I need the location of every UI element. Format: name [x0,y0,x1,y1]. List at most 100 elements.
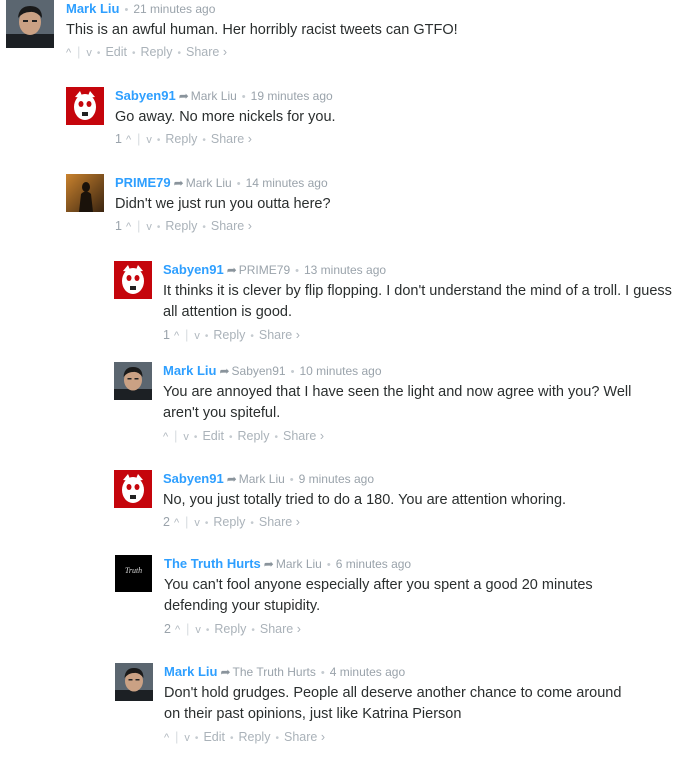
comment-author[interactable]: PRIME79 [115,175,171,190]
comment-actions: 1 ^ | v • Reply • Share › [115,132,252,146]
comment-timestamp[interactable]: 14 minutes ago [246,176,328,190]
downvote-icon[interactable]: v [146,221,152,233]
person-avatar[interactable] [114,362,152,400]
parent-author[interactable]: Mark Liu [276,557,322,571]
truth-avatar[interactable]: Truth [115,555,152,592]
comment-timestamp[interactable]: 19 minutes ago [251,89,333,103]
comment-actions: 1 ^ | v • Reply • Share › [163,328,300,342]
share-link[interactable]: Share › [211,219,252,233]
comment-text: You can't fool anyone especially after y… [164,577,593,614]
reply-link[interactable]: Reply [239,730,271,744]
vote-count: 1 [115,132,122,146]
comment-timestamp[interactable]: 13 minutes ago [304,263,386,277]
comment-author[interactable]: Mark Liu [164,664,217,679]
parent-author[interactable]: PRIME79 [239,263,290,277]
share-link[interactable]: Share › [260,622,301,636]
reply-link[interactable]: Reply [213,515,245,529]
reply-link[interactable]: Reply [165,219,197,233]
separator-dot: • [326,559,331,571]
share-link[interactable]: Share › [283,429,324,443]
badger-avatar[interactable] [66,87,104,125]
share-link[interactable]: Share › [211,132,252,146]
comment-actions: 2 ^ | v • Reply • Share › [164,622,301,636]
reply-arrow-icon: ➦ [226,263,237,277]
comment-timestamp[interactable]: 10 minutes ago [299,364,381,378]
comment: Sabyen91 ➦ Mark Liu • 19 minutes ago Go away… [66,87,676,153]
separator-dot: • [236,178,241,190]
downvote-icon[interactable]: v [194,517,200,529]
comment-text: Don't hold grudges. People all deserve a… [164,685,622,722]
comment-author[interactable]: Mark Liu [66,1,119,16]
reply-arrow-icon: ➦ [173,176,184,190]
downvote-icon[interactable]: v [194,330,200,342]
dark-figure-avatar[interactable] [66,174,104,212]
upvote-icon[interactable]: ^ [174,330,179,342]
comment-timestamp[interactable]: 21 minutes ago [133,2,215,16]
reply-link[interactable]: Reply [165,132,197,146]
downvote-icon[interactable]: v [195,624,201,636]
comment-text: This is an awful human. Her horribly rac… [66,22,458,38]
vote-count: 1 [163,328,170,342]
reply-arrow-icon: ➦ [226,472,237,486]
share-link[interactable]: Share › [259,328,300,342]
parent-author[interactable]: The Truth Hurts [233,665,316,679]
person-avatar[interactable] [6,0,54,48]
separator-dot: • [290,366,295,378]
comment-author[interactable]: The Truth Hurts [164,556,261,571]
edit-link[interactable]: Edit [203,730,225,744]
comment-text: Go away. No more nickels for you. [115,109,336,125]
comment-text: Didn't we just run you outta here? [115,196,331,212]
comment-text: It thinks it is clever by flip flopping.… [163,283,672,320]
reply-link[interactable]: Reply [214,622,246,636]
upvote-icon[interactable]: ^ [66,47,71,59]
truth-avatar-label: Truth [124,566,143,575]
upvote-icon[interactable]: ^ [164,732,169,744]
separator-dot: • [320,667,325,679]
comment: PRIME79 ➦ Mark Liu • 14 minutes ago Didn't w… [66,174,676,240]
downvote-icon[interactable]: v [184,732,190,744]
share-link[interactable]: Share › [186,45,227,59]
separator-dot: • [289,474,294,486]
comment-actions: ^ | v • Edit • Reply • Share › [66,45,227,59]
downvote-icon[interactable]: v [86,47,92,59]
upvote-icon[interactable]: ^ [126,134,131,146]
comment-timestamp[interactable]: 4 minutes ago [330,665,405,679]
parent-author[interactable]: Mark Liu [239,472,285,486]
reply-arrow-icon: ➦ [263,557,274,571]
comment-author[interactable]: Sabyen91 [163,471,224,486]
badger-avatar[interactable] [114,261,152,299]
comment-timestamp[interactable]: 9 minutes ago [299,472,374,486]
edit-link[interactable]: Edit [202,429,224,443]
reply-arrow-icon: ➦ [219,364,230,378]
downvote-icon[interactable]: v [183,431,189,443]
comment-timestamp[interactable]: 6 minutes ago [336,557,411,571]
upvote-icon[interactable]: ^ [163,431,168,443]
reply-link[interactable]: Reply [238,429,270,443]
separator-dot: • [124,4,129,16]
reply-link[interactable]: Reply [141,45,173,59]
share-link[interactable]: Share › [259,515,300,529]
edit-link[interactable]: Edit [105,45,127,59]
comment-author[interactable]: Mark Liu [163,363,216,378]
vote-count: 1 [115,219,122,233]
comment-actions: 1 ^ | v • Reply • Share › [115,219,252,233]
comment-text: No, you just totally tried to do a 180. … [163,492,567,508]
parent-author[interactable]: Mark Liu [191,89,237,103]
downvote-icon[interactable]: v [146,134,152,146]
share-link[interactable]: Share › [284,730,325,744]
upvote-icon[interactable]: ^ [174,517,179,529]
upvote-icon[interactable]: ^ [175,624,180,636]
parent-author[interactable]: Sabyen91 [232,364,286,378]
comment-author[interactable]: Sabyen91 [163,262,224,277]
upvote-icon[interactable]: ^ [126,221,131,233]
comment: Truth The Truth Hurts ➦ Mark Liu • 6 minutes… [115,555,679,639]
reply-arrow-icon: ➦ [220,665,231,679]
reply-link[interactable]: Reply [213,328,245,342]
person-avatar[interactable] [115,663,153,701]
comment-actions: 2 ^ | v • Reply • Share › [163,515,300,529]
comment-author[interactable]: Sabyen91 [115,88,176,103]
comment: Mark Liu ➦ Sabyen91 • 10 minutes ago You are… [114,362,679,446]
comment: Sabyen91 ➦ Mark Liu • 9 minutes ago No, you … [114,470,679,536]
parent-author[interactable]: Mark Liu [186,176,232,190]
badger-avatar[interactable] [114,470,152,508]
